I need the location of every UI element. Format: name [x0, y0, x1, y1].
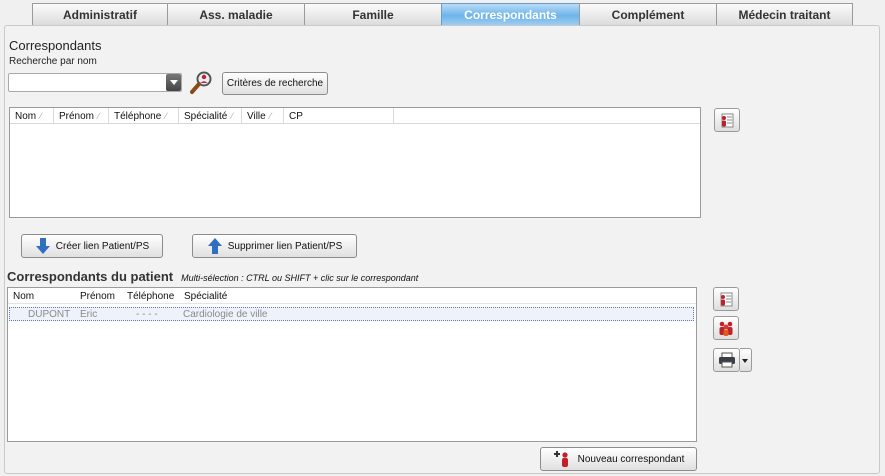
results-grid-header: Nom ⁄ Prénom ⁄ Téléphone ⁄ Spécialité ⁄ Vill… — [10, 108, 700, 124]
patient-correspondents-title: Correspondants du patient — [7, 269, 174, 284]
cell-prenom: Eric — [80, 308, 98, 320]
create-link-label: Créer lien Patient/PS — [55, 240, 150, 252]
column-header-prenom[interactable]: Prénom ⁄ — [54, 108, 109, 124]
column-header-specialite[interactable]: Spécialité — [179, 288, 299, 304]
search-criteria-button[interactable]: Critères de recherche — [222, 72, 328, 95]
chevron-down-icon — [742, 359, 748, 363]
column-header-nom[interactable]: Nom ⁄ — [10, 108, 54, 124]
create-link-button[interactable]: Créer lien Patient/PS — [21, 234, 163, 258]
multi-selection-hint: Multi-sélection : CTRL ou SHIFT + clic s… — [181, 273, 419, 283]
new-correspondent-button[interactable]: Nouveau correspondant — [540, 447, 697, 471]
person-card-icon — [721, 113, 734, 128]
patient-detail-button[interactable] — [713, 287, 739, 311]
tab-medecin-traitant[interactable]: Médecin traitant — [716, 3, 853, 26]
person-plus-icon — [553, 451, 568, 467]
table-row[interactable]: DUPONT Eric - - - - Cardiologie de ville — [9, 307, 694, 321]
persons-group-icon — [719, 321, 733, 336]
cell-nom: DUPONT — [28, 308, 71, 320]
column-header-telephone[interactable]: Téléphone ⁄ — [109, 108, 179, 124]
sort-icon: ⁄ — [165, 111, 167, 121]
sort-icon: ⁄ — [40, 111, 42, 121]
magnifier-person-icon[interactable] — [189, 71, 215, 95]
section-title-correspondants: Correspondants — [9, 38, 102, 53]
sort-icon: ⁄ — [98, 111, 100, 121]
column-header-cp[interactable]: CP — [284, 108, 394, 124]
patient-correspondents-grid[interactable]: Nom Prénom Téléphone Spécialité DUPONT E… — [7, 287, 697, 442]
correspondent-detail-button[interactable] — [714, 108, 740, 132]
tab-complement[interactable]: Complément — [579, 3, 716, 26]
search-results-grid[interactable]: Nom ⁄ Prénom ⁄ Téléphone ⁄ Spécialité ⁄ Vill… — [9, 107, 701, 218]
search-name-value — [9, 75, 12, 86]
patient-correspondents-heading: Correspondants du patient Multi-sélectio… — [7, 269, 418, 284]
arrow-up-icon — [207, 238, 222, 254]
search-label: Recherche par nom — [9, 56, 97, 67]
column-header-ville[interactable]: Ville ⁄ — [242, 108, 284, 124]
tab-ass-maladie[interactable]: Ass. maladie — [167, 3, 304, 26]
printer-icon — [718, 352, 735, 368]
column-header-specialite[interactable]: Spécialité ⁄ — [179, 108, 242, 124]
column-header-telephone[interactable]: Téléphone — [122, 288, 179, 304]
column-header-prenom[interactable]: Prénom — [75, 288, 122, 304]
tab-correspondants[interactable]: Correspondants — [441, 3, 579, 26]
tab-bar: Administratif Ass. maladie Famille Corre… — [32, 3, 853, 26]
cell-telephone: - - - - — [136, 308, 158, 320]
cell-specialite: Cardiologie de ville — [183, 308, 268, 320]
tab-famille[interactable]: Famille — [304, 3, 441, 26]
patient-grid-header: Nom Prénom Téléphone Spécialité — [8, 288, 696, 304]
column-header-nom[interactable]: Nom — [8, 288, 75, 304]
print-button[interactable] — [713, 348, 740, 372]
print-options-dropdown[interactable] — [740, 348, 752, 372]
new-correspondent-label: Nouveau correspondant — [577, 453, 685, 465]
person-card-icon — [720, 292, 733, 307]
sort-icon: ⁄ — [269, 111, 272, 121]
tab-administratif[interactable]: Administratif — [32, 3, 167, 26]
search-criteria-label: Critères de recherche — [226, 78, 324, 89]
delete-link-button[interactable]: Supprimer lien Patient/PS — [192, 234, 357, 258]
delete-link-label: Supprimer lien Patient/PS — [227, 240, 343, 252]
chevron-down-icon[interactable] — [166, 74, 181, 91]
search-name-combo[interactable] — [8, 73, 182, 92]
arrow-down-icon — [35, 238, 50, 254]
patient-group-button[interactable] — [713, 316, 739, 340]
sort-icon: ⁄ — [231, 111, 233, 121]
